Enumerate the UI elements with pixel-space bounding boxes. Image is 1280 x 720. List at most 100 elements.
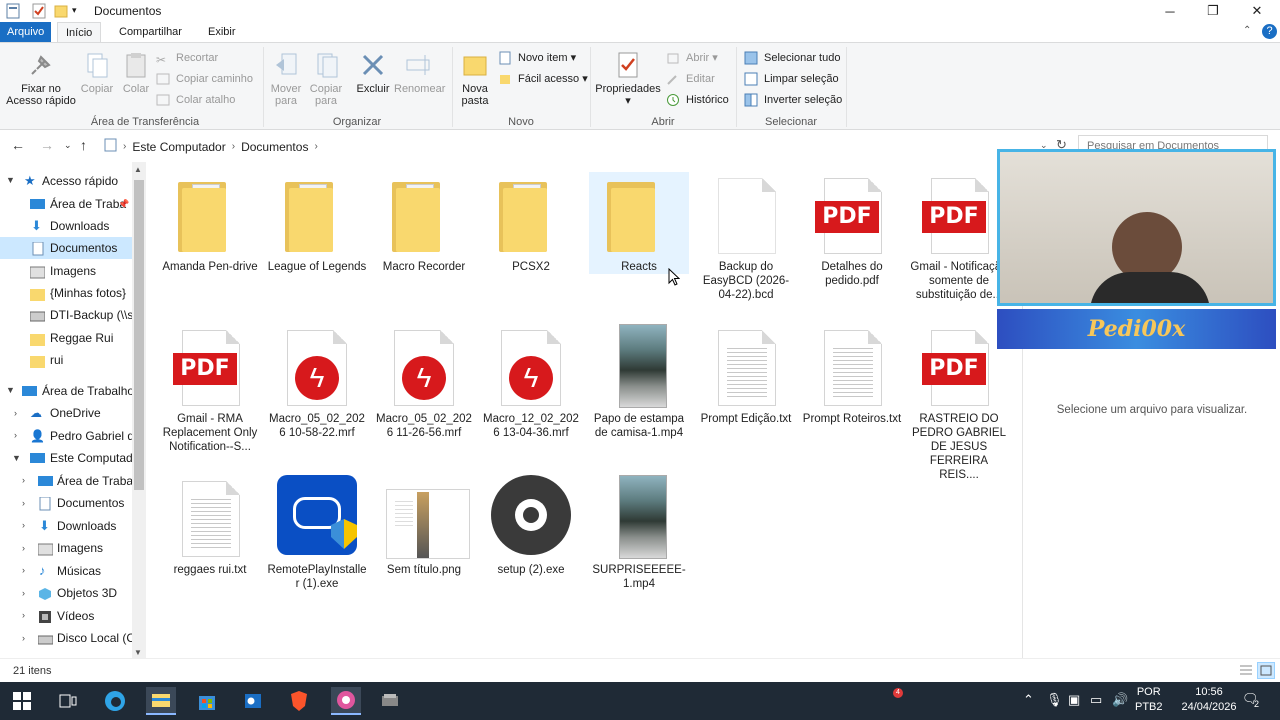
history-button[interactable]: Histórico: [666, 91, 729, 109]
nav-item-reggae-rui[interactable]: Reggae Rui: [28, 327, 132, 349]
tray-app-icon[interactable]: ▣: [1068, 692, 1080, 708]
large-icons-view-icon[interactable]: [1257, 662, 1275, 679]
file-item[interactable]: Prompt Roteiros.txt: [802, 324, 902, 426]
collapse-chevron-icon[interactable]: ▼: [6, 175, 15, 185]
breadcrumb-documentos[interactable]: Documentos: [241, 140, 308, 154]
nav-item-minhas-fotos[interactable]: {Minhas fotos}: [28, 282, 132, 304]
nav-este-computador[interactable]: Este Computado: [28, 447, 132, 469]
properties-quick-icon[interactable]: [32, 3, 48, 19]
clear-selection-button[interactable]: Limpar seleção: [744, 70, 839, 88]
file-item[interactable]: Prompt Edição.txt: [696, 324, 796, 426]
move-to-button[interactable]: Mover para: [266, 51, 306, 107]
nav-pc-documentos[interactable]: Documentos: [36, 492, 132, 514]
file-item[interactable]: PDF Gmail - Notificação somente de substi…: [909, 172, 1009, 302]
file-item[interactable]: ϟ Macro_12_02_2026 13-04-36.mrf: [481, 324, 581, 440]
nav-user-folder[interactable]: 👤 Pedro Gabriel de: [28, 425, 132, 447]
task-view-icon[interactable]: [54, 687, 82, 715]
obs-icon[interactable]: [331, 687, 361, 715]
volume-icon[interactable]: 🔊: [1112, 692, 1128, 708]
file-item[interactable]: Backup do EasyBCD (2026-04-22).bcd: [696, 172, 796, 302]
nav-pc-videos[interactable]: Vídeos: [36, 605, 132, 627]
address-bar[interactable]: › Este Computador › Documentos ›: [103, 135, 1053, 158]
file-item[interactable]: PDF Detalhes do pedido.pdf: [802, 172, 902, 288]
nav-pc-downloads[interactable]: ⬇ Downloads: [36, 515, 132, 537]
nav-pc-imagens[interactable]: Imagens: [36, 537, 132, 559]
language-indicator[interactable]: POR PTB2: [1135, 685, 1163, 715]
file-item[interactable]: PCSX2: [481, 172, 581, 274]
help-icon[interactable]: ?: [1262, 24, 1277, 39]
new-folder-button[interactable]: Nova pasta: [456, 51, 494, 107]
chevron-down-icon[interactable]: ▾: [72, 5, 88, 21]
collapse-chevron-icon[interactable]: ▼: [6, 385, 15, 395]
file-item[interactable]: Sem título.png: [374, 475, 474, 577]
brave-icon[interactable]: [285, 687, 313, 715]
nav-item-downloads[interactable]: ⬇ Downloads: [28, 215, 132, 237]
tab-compartilhar[interactable]: Compartilhar: [111, 22, 190, 42]
expand-chevron-icon[interactable]: ›: [22, 610, 25, 620]
file-item[interactable]: ϟ Macro_05_02_2026 11-26-56.mrf: [374, 324, 474, 440]
file-item[interactable]: RemotePlayInstaller (1).exe: [267, 475, 367, 591]
nav-pc-area-de-trabalho[interactable]: Área de Trabalh: [36, 470, 132, 492]
expand-chevron-icon[interactable]: ›: [22, 543, 25, 553]
expand-chevron-icon[interactable]: ›: [22, 520, 25, 530]
file-item[interactable]: ϟ Macro_05_02_2026 10-58-22.mrf: [267, 324, 367, 440]
open-button[interactable]: Abrir ▾: [666, 49, 718, 67]
outlook-icon[interactable]: [239, 687, 267, 715]
copy-path-button[interactable]: Copiar caminho: [156, 70, 253, 88]
nav-item-documentos[interactable]: Documentos: [0, 237, 132, 259]
collapse-chevron-icon[interactable]: ▼: [12, 453, 21, 463]
file-item[interactable]: Reacts: [589, 172, 689, 274]
expand-chevron-icon[interactable]: ›: [14, 430, 17, 440]
minimize-button[interactable]: ─: [1147, 0, 1193, 22]
expand-ribbon-icon[interactable]: ⌃: [1243, 25, 1251, 36]
new-folder-quick-icon[interactable]: [54, 3, 70, 19]
nav-quick-access[interactable]: ★ Acesso rápido: [22, 170, 132, 192]
select-all-button[interactable]: Selecionar tudo: [744, 49, 840, 67]
expand-chevron-icon[interactable]: ›: [22, 633, 25, 643]
copy-to-button[interactable]: Copiar para: [306, 51, 346, 107]
tab-arquivo[interactable]: Arquivo: [0, 22, 52, 42]
recent-locations-chevron-icon[interactable]: ⌄: [64, 140, 72, 151]
new-item-button[interactable]: Novo item ▾: [498, 49, 576, 67]
network-icon[interactable]: ▭: [1090, 692, 1102, 708]
file-item[interactable]: PDF Gmail - RMA Replacement Only Notifica…: [160, 324, 260, 454]
edit-button[interactable]: Editar: [666, 70, 715, 88]
restore-button[interactable]: ❐: [1190, 0, 1236, 22]
tab-exibir[interactable]: Exibir: [200, 22, 244, 42]
easy-access-button[interactable]: Fácil acesso ▾: [498, 70, 588, 88]
scroll-up-icon[interactable]: ▲: [134, 165, 142, 174]
file-item[interactable]: reggaes rui.txt: [160, 475, 260, 577]
microphone-icon[interactable]: 🎙: [1046, 692, 1063, 708]
expand-chevron-icon[interactable]: ›: [22, 475, 25, 485]
scroll-down-icon[interactable]: ▼: [134, 648, 142, 657]
copy-button[interactable]: Copiar: [78, 51, 116, 95]
breadcrumb-este-computador[interactable]: Este Computador: [132, 140, 225, 154]
expand-chevron-icon[interactable]: ›: [22, 498, 25, 508]
file-explorer-icon[interactable]: [146, 687, 176, 715]
expand-chevron-icon[interactable]: ›: [14, 408, 17, 418]
rename-button[interactable]: Renomear: [394, 51, 445, 95]
delete-button[interactable]: Excluir: [352, 51, 394, 95]
file-item[interactable]: Amanda Pen-drive: [160, 172, 260, 274]
invert-selection-button[interactable]: Inverter seleção: [744, 91, 842, 109]
app-icon[interactable]: [376, 687, 404, 715]
start-windows-icon[interactable]: [8, 687, 36, 715]
details-view-icon[interactable]: [1239, 664, 1253, 680]
clock[interactable]: 10:56 24/04/2026: [1176, 685, 1242, 715]
nav-area-de-trabalho[interactable]: Área de Trabalho: [22, 380, 132, 402]
tab-inicio[interactable]: Início: [57, 22, 102, 42]
nav-item-rui[interactable]: rui: [28, 349, 132, 371]
file-item[interactable]: PDF RASTREIO DO PEDRO GABRIEL DE JESUS FE…: [909, 324, 1009, 482]
nav-item-dti-backup[interactable]: DTI-Backup (\\se: [28, 304, 132, 326]
back-button[interactable]: ←: [11, 137, 25, 153]
cut-button[interactable]: ✂ Recortar: [156, 49, 218, 67]
expand-chevron-icon[interactable]: ›: [22, 565, 25, 575]
file-item[interactable]: SURPRISEEEEE-1.mp4: [589, 475, 689, 591]
file-item[interactable]: Macro Recorder: [374, 172, 474, 274]
tray-chevron-icon[interactable]: ⌃: [1023, 692, 1034, 708]
expand-chevron-icon[interactable]: ›: [22, 588, 25, 598]
nav-onedrive[interactable]: ☁ OneDrive: [28, 402, 132, 424]
nav-pc-objetos-3d[interactable]: Objetos 3D: [36, 582, 132, 604]
nav-pc-disco-local[interactable]: Disco Local (C:: [36, 627, 132, 649]
pin-quick-access-button[interactable]: Fixar no Acesso rápido: [4, 51, 78, 107]
